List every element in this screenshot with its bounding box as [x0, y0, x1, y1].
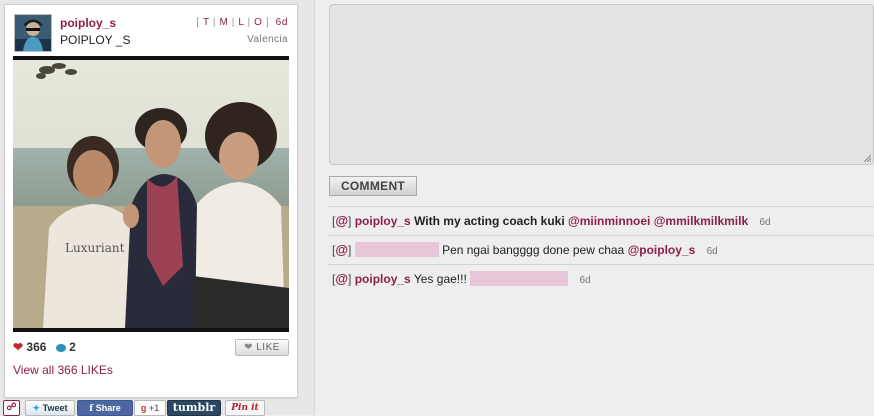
comment-time: 6d — [706, 246, 718, 257]
speech-bubble-icon — [55, 344, 66, 352]
reply-at-link[interactable]: @ — [335, 271, 348, 286]
comment-button[interactable]: COMMENT — [329, 176, 417, 196]
avatar-image — [15, 15, 51, 51]
likes-count: 366 — [26, 340, 47, 354]
filter-link-t[interactable]: T — [203, 17, 210, 28]
comment-text: Pen ngai bangggg done pew chaa — [442, 243, 625, 257]
avatar[interactable] — [14, 14, 52, 52]
bracket-close: ] — [348, 243, 352, 257]
bracket-close: ] — [348, 214, 352, 228]
like-button[interactable]: ❤ LIKE — [235, 339, 289, 356]
comment-mention[interactable]: @miinminnoei — [568, 214, 650, 228]
post-stats: ❤ 366 2 — [13, 340, 76, 354]
filter-link-o[interactable]: O — [254, 17, 262, 28]
view-all-likes-link[interactable]: View all 366 LIKEs — [13, 363, 113, 377]
comment-item: [@] poiploy_s With my acting coach kuki … — [332, 213, 771, 229]
post-location: Valencia — [247, 34, 288, 45]
filter-link-m[interactable]: M — [219, 17, 228, 28]
post-age: 6d — [275, 17, 288, 28]
tweet-button[interactable]: ✦ Tweet — [25, 400, 75, 416]
comment-divider — [327, 235, 874, 236]
tweet-label: Tweet — [42, 403, 68, 413]
heart-icon: ❤ — [13, 340, 24, 354]
comment-author[interactable]: poiploy_s — [355, 272, 411, 286]
pinterest-button[interactable]: Pin it — [225, 400, 265, 416]
tumblr-button[interactable]: tumblr — [167, 400, 221, 416]
heart-icon: ❤ — [244, 342, 253, 353]
bracket-close: ] — [348, 272, 352, 286]
left-column: poiploy_s POIPLOY _S [ T | M | L | O ] 6… — [0, 0, 315, 416]
facebook-share-button[interactable]: f Share — [77, 400, 133, 416]
comment-time: 6d — [579, 275, 591, 286]
share-label: Share — [95, 403, 121, 413]
comment-mention[interactable]: @mmilkmilkmilk — [654, 214, 748, 228]
photo-card: poiploy_s POIPLOY _S [ T | M | L | O ] 6… — [4, 4, 298, 398]
redacted-text — [470, 271, 569, 286]
photo-image: Luxuriant — [13, 56, 289, 332]
facebook-icon: f — [89, 404, 94, 414]
reply-at-link[interactable]: @ — [335, 213, 348, 228]
comment-author[interactable]: poiploy_s — [355, 214, 411, 228]
comment-time: 6d — [759, 217, 771, 228]
filter-link-l[interactable]: L — [238, 17, 244, 28]
post-photo[interactable]: Luxuriant — [13, 56, 289, 332]
comment-divider — [327, 264, 874, 265]
comments-count: 2 — [69, 340, 76, 354]
comment-item: [@] poiploy_s Yes gae!!! 6d — [332, 271, 591, 287]
svg-text:Luxuriant: Luxuriant — [65, 241, 125, 255]
comment-text: Yes gae!!! — [413, 272, 467, 286]
comment-item: [@] Pen ngai bangggg done pew chaa @poip… — [332, 242, 718, 258]
like-button-label: LIKE — [256, 342, 280, 353]
comment-divider — [327, 206, 874, 207]
share-logo-icon[interactable]: ☍ — [3, 400, 20, 416]
reply-at-link[interactable]: @ — [335, 242, 348, 257]
comment-mention[interactable]: @poiploy_s — [628, 243, 696, 257]
google-plus-button[interactable]: g +1 — [134, 400, 166, 416]
redacted-username — [354, 242, 439, 257]
filter-links: [ T | M | L | O ] 6d — [196, 17, 288, 28]
gplus-label: +1 — [148, 403, 160, 413]
twitter-bird-icon: ✦ — [32, 403, 41, 413]
comment-textarea[interactable] — [329, 4, 874, 165]
resize-grip-icon[interactable] — [863, 154, 871, 162]
post-full-name: POIPLOY _S — [60, 33, 131, 47]
post-username[interactable]: poiploy_s — [60, 16, 116, 30]
google-plus-icon: g — [140, 403, 147, 413]
comment-text: With my acting coach kuki — [414, 214, 565, 228]
